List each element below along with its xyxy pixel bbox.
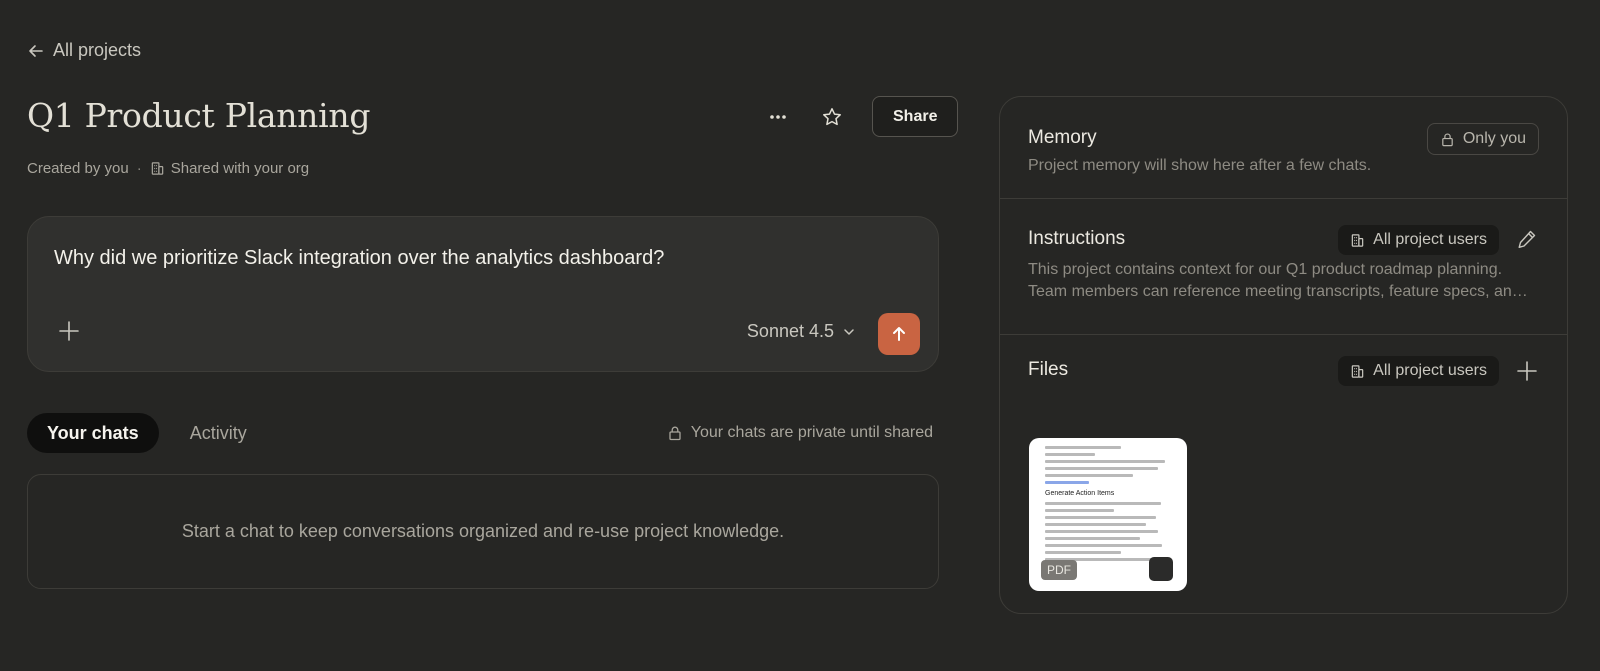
plus-icon[interactable] [56, 318, 82, 344]
model-selector[interactable]: Sonnet 4.5 [747, 321, 856, 342]
files-visibility-badge[interactable]: All project users [1338, 356, 1499, 386]
tab-your-chats[interactable]: Your chats [27, 413, 159, 453]
model-label: Sonnet 4.5 [746, 321, 834, 341]
send-button[interactable] [878, 313, 920, 355]
chat-tabs: Your chats Activity Your chats are priva… [27, 413, 939, 453]
ellipsis-icon [770, 114, 786, 119]
file-type-badge: PDF [1041, 560, 1077, 580]
lock-icon [1442, 133, 1453, 146]
share-button[interactable]: Share [872, 96, 959, 137]
privacy-note: Your chats are private until shared [667, 424, 933, 442]
instructions-title: Instructions [1028, 228, 1126, 249]
shared-with-org: Shared with your org [150, 160, 309, 177]
header-actions: Share [760, 96, 959, 137]
star-icon [823, 107, 841, 125]
memory-section: Memory Only you Project memory will show… [1000, 97, 1567, 199]
memory-visibility-label: Only you [1462, 130, 1526, 147]
back-to-projects-link[interactable]: All projects [27, 40, 141, 61]
created-by-label: Created by you [27, 160, 129, 177]
tab-activity[interactable]: Activity [170, 413, 267, 453]
files-section: Files All project users Generate Action … [1000, 335, 1567, 613]
back-link-label: All projects [53, 40, 142, 60]
privacy-note-text: Your chats are private until shared [690, 424, 933, 441]
building-icon [151, 162, 163, 175]
chats-empty-state: Start a chat to keep conversations organ… [27, 474, 939, 589]
empty-state-text: Start a chat to keep conversations organ… [181, 521, 785, 541]
page-title: Q1 Product Planning [27, 96, 371, 135]
memory-description: Project memory will show here after a fe… [1028, 157, 1372, 174]
chat-composer: Why did we prioritize Slack integration … [27, 216, 939, 372]
instructions-visibility-label: All project users [1373, 231, 1487, 248]
files-visibility-label: All project users [1373, 362, 1487, 379]
memory-title: Memory [1028, 127, 1097, 148]
meta-separator: · [136, 160, 142, 177]
instructions-line-2: Team members can reference meeting trans… [1028, 283, 1528, 300]
edit-pencil-icon[interactable] [1515, 228, 1539, 252]
file-preview: Generate Action Items [1045, 446, 1171, 565]
project-side-panel: Memory Only you Project memory will show… [999, 96, 1568, 614]
instructions-visibility-badge[interactable]: All project users [1338, 225, 1499, 255]
shared-with-label: Shared with your org [170, 160, 310, 177]
project-meta: Created by you · Shared with your org [27, 160, 309, 177]
file-preview-heading: Generate Action Items [1045, 490, 1115, 497]
more-options-button[interactable] [760, 99, 796, 135]
arrow-left-icon [29, 44, 43, 57]
lock-icon [669, 426, 681, 441]
favorite-button[interactable] [814, 99, 850, 135]
plus-icon[interactable] [1515, 359, 1539, 383]
chevron-down-icon [844, 328, 854, 335]
file-action-button[interactable] [1149, 557, 1173, 581]
memory-visibility-badge[interactable]: Only you [1426, 123, 1539, 155]
composer-input[interactable]: Why did we prioritize Slack integration … [54, 247, 664, 270]
file-card[interactable]: Generate Action Items PDF [1029, 438, 1187, 591]
instructions-description: This project contains context for our Q1… [1028, 259, 1538, 303]
building-icon [1351, 233, 1364, 247]
files-title: Files [1028, 359, 1069, 380]
building-icon [1351, 364, 1364, 378]
instructions-line-1: This project contains context for our Q1… [1028, 261, 1503, 278]
instructions-section: Instructions All project users This proj… [1000, 199, 1567, 335]
arrow-up-icon [893, 327, 905, 341]
